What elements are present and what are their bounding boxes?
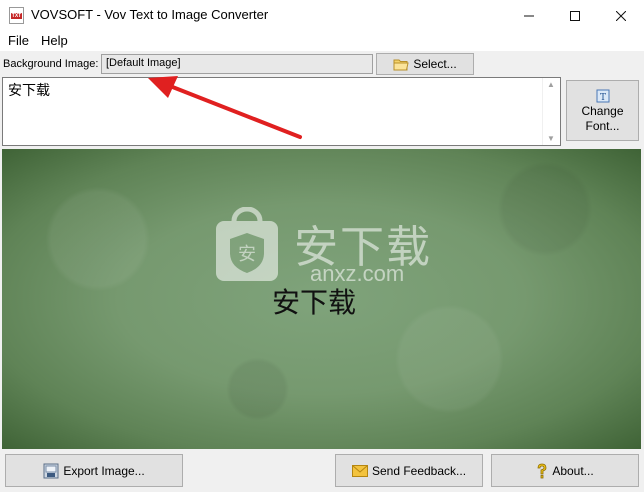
svg-text:安: 安 [238,244,256,265]
font-icon: T [596,89,609,103]
envelope-icon [351,464,368,477]
close-icon [616,10,626,21]
export-icon [43,463,59,478]
menu-file[interactable]: File [7,33,30,48]
scroll-down-icon[interactable]: ▼ [547,134,555,143]
shield-bag-icon: 安 [216,207,278,281]
app-icon: TXT [9,7,24,24]
send-feedback-label: Send Feedback... [371,463,467,478]
minimize-icon [524,15,534,16]
menu-bar: File Help [0,31,644,51]
select-button-label: Select... [413,57,457,71]
send-feedback-button[interactable]: Send Feedback... [335,454,483,487]
select-button[interactable]: Select... [376,53,474,75]
title-bar: TXT VOVSOFT - Vov Text to Image Converte… [0,0,644,31]
about-label: About... [552,463,594,478]
watermark: 安 安下载 anxz.com [212,207,442,287]
change-font-label-2: Font... [585,118,620,133]
folder-icon [393,59,409,70]
svg-text:T: T [600,93,606,103]
about-button[interactable]: About... [491,454,639,487]
background-image-field[interactable]: [Default Image] [101,54,373,74]
scroll-up-icon[interactable]: ▲ [547,80,555,89]
maximize-icon [570,10,580,21]
text-scrollbar[interactable]: ▲ ▼ [542,78,560,145]
text-input[interactable]: 安下载 ▲ ▼ [2,77,561,146]
window-title: VOVSOFT - Vov Text to Image Converter [31,7,269,22]
change-font-button[interactable]: T Change Font... [566,80,639,141]
preview-text: 安下载 [272,286,357,319]
maximize-button[interactable] [552,0,598,31]
menu-help[interactable]: Help [40,33,69,48]
change-font-label-1: Change [581,103,624,118]
text-input-content: 安下载 [8,83,50,99]
export-image-button[interactable]: Export Image... [5,454,183,487]
background-image-label: Background Image: [3,58,99,70]
close-button[interactable] [598,0,644,31]
help-icon [537,463,547,478]
export-image-label: Export Image... [63,463,145,478]
minimize-button[interactable] [506,0,552,31]
image-preview: 安 安下载 anxz.com 安下载 [2,149,641,449]
